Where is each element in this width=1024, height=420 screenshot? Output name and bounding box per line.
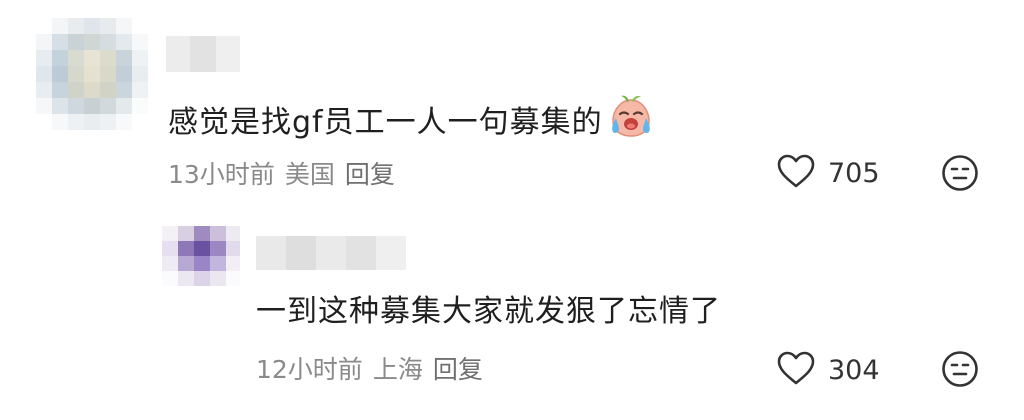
location: 上海 <box>372 355 423 384</box>
dislike-button[interactable] <box>941 350 979 388</box>
username-blurred[interactable] <box>166 36 240 72</box>
like-count: 304 <box>828 354 880 386</box>
comment-body: 一到这种募集大家就发狠了忘情了 <box>256 294 721 329</box>
neutral-face-icon[interactable] <box>941 155 979 196</box>
like-button[interactable]: 705 <box>776 153 880 193</box>
timestamp: 12小时前 <box>256 355 363 384</box>
username-blurred[interactable] <box>256 236 406 270</box>
reply-button[interactable]: 回复 <box>433 355 483 384</box>
comment-meta: 12小时前 上海 回复 <box>256 350 483 386</box>
avatar[interactable] <box>162 226 240 286</box>
like-button[interactable]: 304 <box>776 350 880 390</box>
neutral-face-icon[interactable] <box>941 351 979 392</box>
comment-body: 感觉是找gf员工一人一句募集的 <box>168 105 603 140</box>
heart-icon[interactable] <box>776 350 816 390</box>
comment-text: 一到这种募集大家就发狠了忘情了 <box>256 286 721 330</box>
like-count: 705 <box>828 157 880 189</box>
location: 美国 <box>284 160 335 189</box>
dislike-button[interactable] <box>941 154 979 192</box>
avatar[interactable] <box>36 18 148 130</box>
timestamp: 13小时前 <box>168 160 275 189</box>
comment-meta: 13小时前 美国 回复 <box>168 155 395 191</box>
heart-icon[interactable] <box>776 153 816 193</box>
reply-button[interactable]: 回复 <box>345 160 395 189</box>
comment-text: 感觉是找gf员工一人一句募集的 <box>168 94 655 146</box>
crying-face-emoji <box>607 94 655 146</box>
